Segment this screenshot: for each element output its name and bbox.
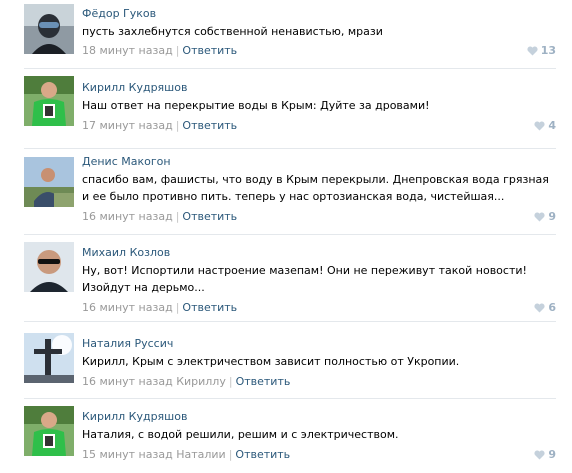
reply-button[interactable]: Ответить — [182, 119, 237, 132]
comments-feed: Фёдор Гуков пусть захлебнутся собственно… — [0, 0, 572, 473]
comment-text: Наталия, с водой решили, решим и с элект… — [82, 428, 399, 441]
comment-time[interactable]: 16 минут назад — [82, 375, 173, 388]
comment-time[interactable]: 16 минут назад — [82, 301, 173, 314]
comment-author[interactable]: Наталия Руссич — [82, 337, 173, 350]
comment-item: Кирилл Кудряшов Наталия, с водой решили,… — [0, 399, 572, 473]
comment-author[interactable]: Кирилл Кудряшов — [82, 81, 187, 94]
comment-item: Денис Макогон спасибо вам, фашисты, что … — [0, 149, 572, 235]
like-count: 9 — [548, 210, 556, 223]
comment-time[interactable]: 16 минут назад — [82, 210, 173, 223]
comment-author[interactable]: Фёдор Гуков — [82, 7, 156, 20]
reply-button[interactable]: Ответить — [182, 210, 237, 223]
avatar[interactable] — [24, 333, 74, 383]
like-count: 9 — [548, 448, 556, 461]
comment-meta: 16 минут назад Кириллу | Ответить — [82, 375, 290, 388]
green-shirt-avatar-icon — [24, 76, 74, 126]
like-count: 6 — [548, 301, 556, 314]
meta-separator: | — [175, 119, 180, 132]
reply-to-name[interactable]: Наталии — [176, 448, 226, 461]
heart-icon — [534, 302, 545, 312]
meta-separator: | — [228, 448, 233, 461]
heart-icon — [534, 449, 545, 459]
comment-text: Кирилл, Крым с электричеством зависит по… — [82, 355, 460, 368]
meta-separator: | — [228, 375, 233, 388]
heart-icon — [527, 45, 538, 55]
comment-item: Кирилл Кудряшов Наш ответ на перекрытие … — [0, 69, 572, 149]
avatar[interactable] — [24, 76, 74, 126]
comment-meta: 16 минут назад | Ответить — [82, 210, 237, 223]
reply-button[interactable]: Ответить — [182, 44, 237, 57]
heart-icon — [534, 211, 545, 221]
reply-button[interactable]: Ответить — [235, 448, 290, 461]
dark-figure-avatar-icon — [24, 4, 74, 54]
comment-meta: 17 минут назад | Ответить — [82, 119, 237, 132]
meta-separator: | — [175, 301, 180, 314]
reply-to-name[interactable]: Кириллу — [176, 375, 226, 388]
comment-text: Ну, вот! Испортили настроение мазепам! О… — [82, 264, 527, 294]
comment-text: спасибо вам, фашисты, что воду в Крым пе… — [82, 173, 549, 203]
avatar[interactable] — [24, 4, 74, 54]
cross-sky-avatar-icon — [24, 333, 74, 383]
heart-icon — [534, 120, 545, 130]
comment-item: Фёдор Гуков пусть захлебнутся собственно… — [0, 0, 572, 68]
comment-time[interactable]: 15 минут назад — [82, 448, 173, 461]
like-count: 13 — [540, 44, 556, 57]
comment-author[interactable]: Михаил Козлов — [82, 246, 170, 259]
like-button[interactable]: 13 — [527, 44, 556, 57]
landscape-man-avatar-icon — [24, 157, 74, 207]
like-button[interactable]: 9 — [534, 448, 556, 461]
avatar[interactable] — [24, 406, 74, 456]
comment-author[interactable]: Денис Макогон — [82, 155, 171, 168]
meta-separator: | — [175, 44, 180, 57]
green-shirt-avatar-icon — [24, 406, 74, 456]
meta-separator: | — [175, 210, 180, 223]
comment-time[interactable]: 18 минут назад — [82, 44, 173, 57]
comment-text: Наш ответ на перекрытие воды в Крым: Дуй… — [82, 99, 430, 112]
like-button[interactable]: 9 — [534, 210, 556, 223]
comment-time[interactable]: 17 минут назад — [82, 119, 173, 132]
sunglasses-man-avatar-icon — [24, 242, 74, 292]
reply-button[interactable]: Ответить — [182, 301, 237, 314]
comment-author[interactable]: Кирилл Кудряшов — [82, 410, 187, 423]
like-button[interactable]: 6 — [534, 301, 556, 314]
comment-text: пусть захлебнутся собственной ненавистью… — [82, 25, 383, 38]
like-button[interactable]: 4 — [534, 119, 556, 132]
reply-button[interactable]: Ответить — [236, 375, 291, 388]
avatar[interactable] — [24, 157, 74, 207]
comment-meta: 15 минут назад Наталии | Ответить — [82, 448, 290, 461]
comment-meta: 16 минут назад | Ответить — [82, 301, 237, 314]
like-count: 4 — [548, 119, 556, 132]
comment-item: Михаил Козлов Ну, вот! Испортили настрое… — [0, 235, 572, 321]
comment-meta: 18 минут назад | Ответить — [82, 44, 237, 57]
avatar[interactable] — [24, 242, 74, 292]
comment-item: Наталия Руссич Кирилл, Крым с электричес… — [0, 322, 572, 398]
